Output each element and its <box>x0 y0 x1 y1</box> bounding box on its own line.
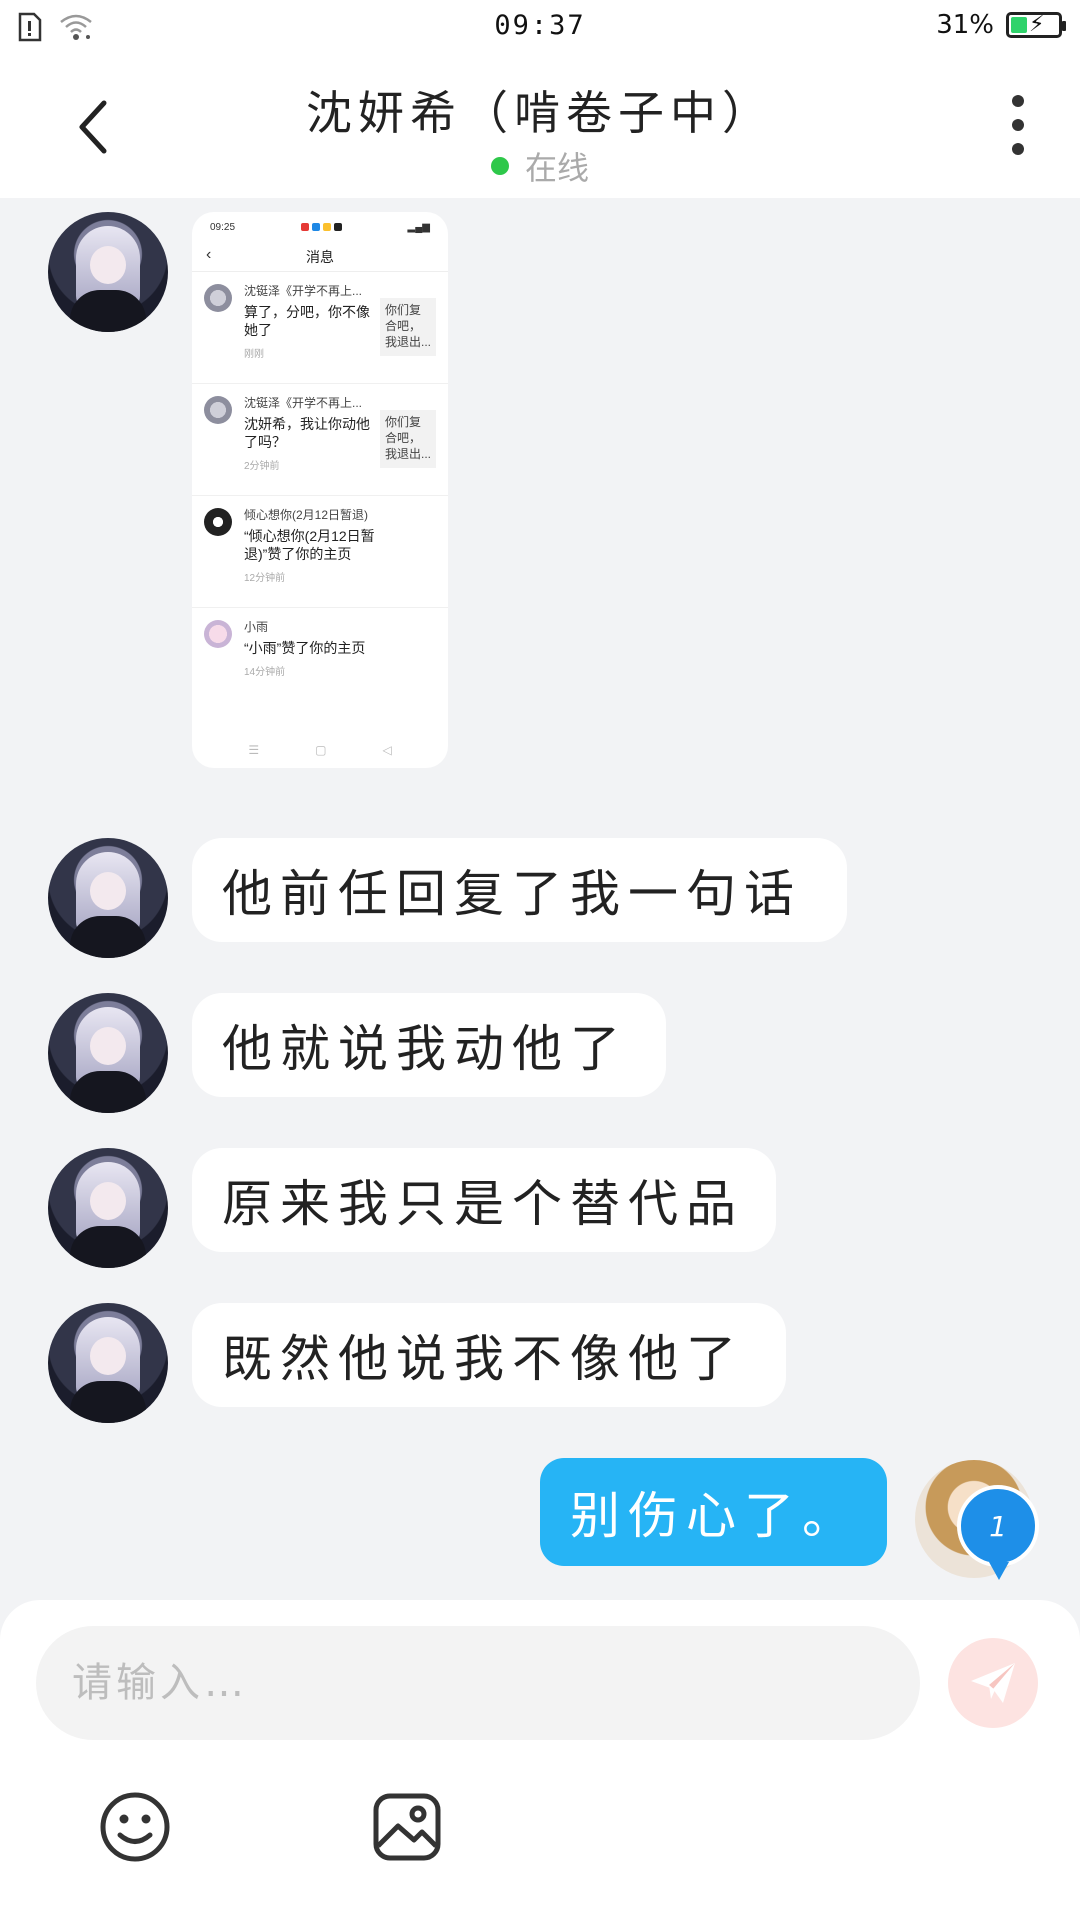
screenshot-list-item: 倾心想你(2月12日暂退) “倾心想你(2月12日暂退)”赞了你的主页 12分钟… <box>192 496 448 608</box>
screenshot-item-quote: 你们复合吧，我退出... <box>380 410 436 468</box>
screenshot-item-name: 小雨 <box>244 620 269 634</box>
online-dot <box>490 157 509 175</box>
avatar[interactable] <box>48 1148 168 1268</box>
image-message[interactable]: 09:25 ▂▄▆ ‹ 消息 沈铤泽《开学不再上... 算了，分吧，你不像她了 … <box>192 212 448 768</box>
status-right: 31% ⚡ <box>936 10 1066 40</box>
screenshot-nav: ‹ 消息 <box>192 242 448 272</box>
screenshot-avatar <box>204 396 232 424</box>
screenshot-back-icon: ‹ <box>206 246 212 263</box>
screenshot-item-msg: “倾心想你(2月12日暂退)”赞了你的主页 <box>244 528 375 562</box>
screenshot-item-msg: “小雨”赞了你的主页 <box>244 640 366 656</box>
screenshot-item-time: 14分钟前 <box>244 667 286 678</box>
presence: 在线 <box>0 143 1080 189</box>
screenshot-list-item: 沈铤泽《开学不再上... 算了，分吧，你不像她了 刚刚 你们复合吧，我退出... <box>192 272 448 384</box>
screenshot-time: 09:25 <box>210 221 236 233</box>
screenshot-item-msg: 沈妍希，我让你动他了吗？ <box>244 416 370 450</box>
avatar[interactable] <box>48 1303 168 1423</box>
battery-percent: 31% <box>936 10 994 40</box>
badge-tail <box>989 1562 1009 1580</box>
screenshot-item-time: 12分钟前 <box>244 573 286 584</box>
screenshot-item-quote: 你们复合吧，我退出... <box>380 298 436 356</box>
avatar[interactable] <box>48 212 168 332</box>
screenshot-home-icon: ▢ <box>315 743 327 757</box>
chat-title: 沈妍希（啃卷子中） <box>306 86 774 140</box>
online-status: 在线 <box>524 149 589 187</box>
my-message-bubble[interactable]: 别伤心了。 <box>540 1458 887 1566</box>
more-vertical-icon[interactable] <box>1008 95 1028 155</box>
screenshot-avatar <box>204 508 232 536</box>
message-bubble[interactable]: 他前任回复了我一句话 <box>192 838 847 942</box>
screenshot-back-triangle-icon: ◁ <box>382 743 392 757</box>
screenshot-nav-bar: ☰ ▢ ◁ <box>192 732 448 768</box>
screenshot-title: 消息 <box>306 249 334 265</box>
screenshot-menu-icon: ☰ <box>248 743 260 757</box>
screenshot-item-name: 沈铤泽《开学不再上... <box>244 284 363 298</box>
send-button[interactable] <box>948 1638 1038 1728</box>
message-bubble[interactable]: 他就说我动他了 <box>192 993 666 1097</box>
unread-badge[interactable]: 1 <box>957 1485 1039 1567</box>
screenshot-item-msg: 算了，分吧，你不像她了 <box>244 304 370 338</box>
battery-charging-icon: ⚡ <box>1006 12 1066 38</box>
status-time: 09:37 <box>494 10 586 41</box>
screenshot-status-bar: 09:25 ▂▄▆ <box>192 212 448 242</box>
screenshot-item-name: 沈铤泽《开学不再上... <box>244 396 363 410</box>
screenshot-item-name: 倾心想你(2月12日暂退) <box>244 508 369 522</box>
avatar[interactable] <box>48 838 168 958</box>
message-bubble[interactable]: 原来我只是个替代品 <box>192 1148 776 1252</box>
screenshot-avatar <box>204 284 232 312</box>
screenshot-signal-icons: ▂▄▆ <box>407 221 430 233</box>
emoji-icon[interactable] <box>98 1790 172 1864</box>
screenshot-notification-icons <box>300 223 342 231</box>
chat-header: 沈妍希（啃卷子中） 在线 <box>0 55 1080 198</box>
screenshot-list-item: 沈铤泽《开学不再上... 沈妍希，我让你动他了吗？ 2分钟前 你们复合吧，我退出… <box>192 384 448 496</box>
image-icon[interactable] <box>370 1790 444 1864</box>
composer <box>0 1600 1080 1920</box>
status-bar: 09:37 31% ⚡ <box>0 0 1080 55</box>
avatar[interactable] <box>48 993 168 1113</box>
message-bubble[interactable]: 既然他说我不像他了 <box>192 1303 786 1407</box>
message-input[interactable] <box>36 1626 920 1740</box>
send-icon <box>971 1663 1015 1703</box>
screenshot-avatar <box>204 620 232 648</box>
screenshot-list-item: 小雨 “小雨”赞了你的主页 14分钟前 <box>192 608 448 700</box>
